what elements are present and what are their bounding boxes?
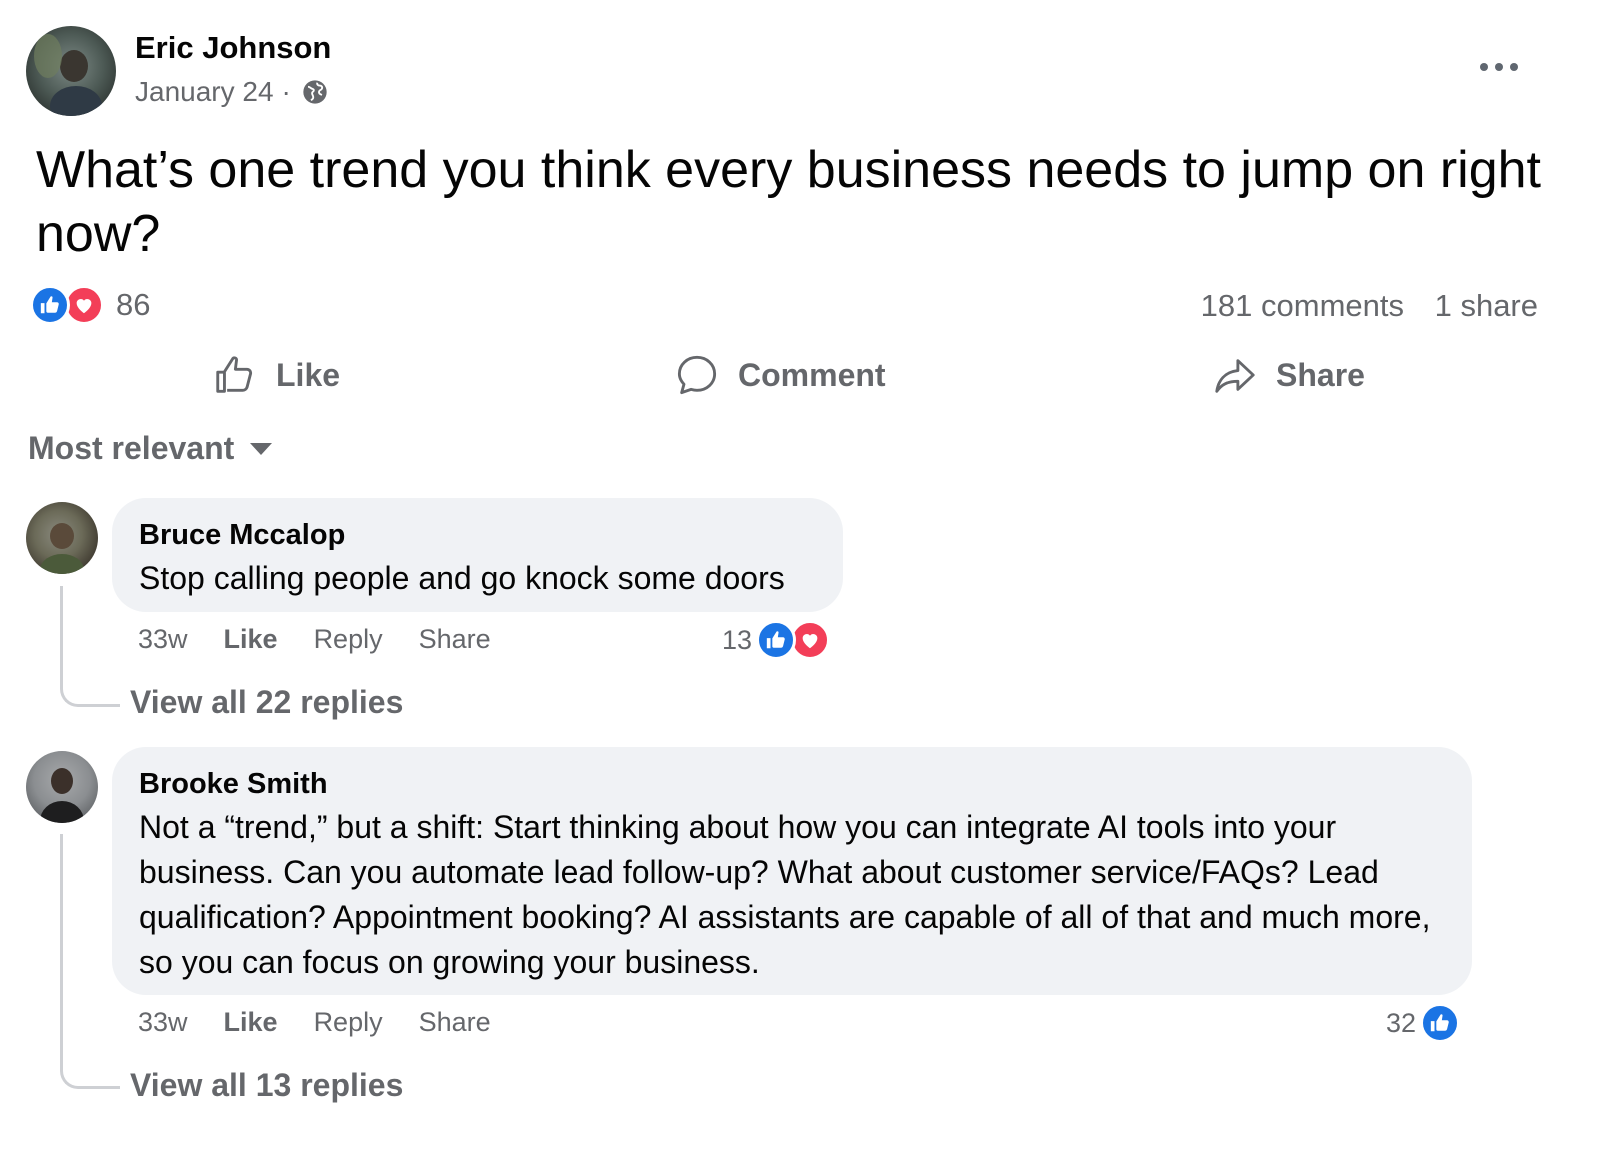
commenter-avatar[interactable]: [26, 751, 98, 823]
post-meta: January 24 ·: [135, 76, 329, 108]
commenter-avatar[interactable]: [26, 502, 98, 574]
caret-down-icon: [250, 442, 273, 455]
comment-share-link[interactable]: Share: [419, 624, 491, 655]
like-button-label: Like: [276, 356, 341, 393]
thread-line: [60, 834, 120, 1089]
comment-button[interactable]: Comment: [674, 345, 886, 405]
comment-reply-link[interactable]: Reply: [314, 624, 383, 655]
comment-text: Not a “trend,” but a shift: Start thinki…: [139, 809, 1431, 980]
comment-like-link[interactable]: Like: [224, 624, 278, 655]
dot-icon: [1495, 63, 1503, 71]
comment-timestamp[interactable]: 33w: [138, 624, 188, 655]
more-options-button[interactable]: [1476, 52, 1522, 82]
like-reaction-icon: [30, 285, 70, 325]
comment-author[interactable]: Brooke Smith: [139, 767, 1445, 801]
comment-reactions[interactable]: 13: [722, 620, 831, 660]
view-replies-link[interactable]: View all 22 replies: [130, 684, 403, 721]
comment-reply-link[interactable]: Reply: [314, 1007, 383, 1038]
author-avatar[interactable]: [26, 26, 116, 116]
post-text: What’s one trend you think every busines…: [36, 141, 1542, 263]
comment-actions: 33w Like Reply Share: [138, 624, 491, 655]
comment-bubble: Brooke Smith Not a “trend,” but a shift:…: [112, 747, 1472, 995]
comment-bubble: Bruce Mccalop Stop calling people and go…: [112, 498, 843, 612]
shares-count-link[interactable]: 1 share: [1435, 288, 1538, 324]
view-replies-link[interactable]: View all 13 replies: [130, 1067, 403, 1104]
globe-icon: [303, 80, 327, 104]
share-button[interactable]: Share: [1212, 345, 1365, 405]
comment-button-label: Comment: [738, 356, 886, 393]
comment-sort-dropdown[interactable]: Most relevant: [28, 430, 274, 467]
reaction-count: 86: [116, 287, 151, 322]
love-reaction-icon: [64, 285, 104, 325]
comment-like-link[interactable]: Like: [224, 1007, 278, 1038]
comments-count-link[interactable]: 181 comments: [1201, 288, 1404, 324]
dot-icon: [1480, 63, 1488, 71]
comment-actions: 33w Like Reply Share: [138, 1007, 491, 1038]
comment-text: Stop calling people and go knock some do…: [139, 560, 785, 596]
comment-share-link[interactable]: Share: [419, 1007, 491, 1038]
thumbs-up-icon: [216, 356, 253, 393]
like-button[interactable]: Like: [212, 345, 340, 405]
like-reaction-icon: [1420, 1003, 1461, 1043]
meta-separator: ·: [281, 76, 291, 107]
comment-author[interactable]: Bruce Mccalop: [139, 518, 816, 552]
comment-reaction-count: 32: [1386, 1007, 1417, 1038]
post-author-name[interactable]: Eric Johnson: [135, 30, 331, 66]
comment-reaction-count: 13: [722, 624, 753, 655]
comment-reactions[interactable]: 32: [1386, 1003, 1461, 1043]
like-reaction-icon: [756, 620, 797, 660]
comment-bubble-icon: [677, 355, 717, 395]
post-date[interactable]: January 24: [135, 76, 274, 108]
share-arrow-icon: [1215, 359, 1255, 393]
love-reaction-icon: [790, 620, 831, 660]
share-button-label: Share: [1276, 356, 1365, 393]
thread-line: [60, 586, 120, 707]
sort-label: Most relevant: [28, 430, 235, 466]
comment-timestamp[interactable]: 33w: [138, 1007, 188, 1038]
reactions-summary[interactable]: 86: [30, 285, 150, 325]
dot-icon: [1510, 63, 1518, 71]
